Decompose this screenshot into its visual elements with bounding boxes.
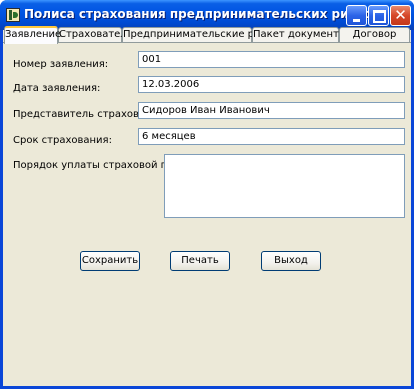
- application-number-label: Номер заявления:: [13, 59, 109, 70]
- print-button[interactable]: Печать: [170, 251, 230, 271]
- tab-application[interactable]: Заявление: [4, 26, 61, 44]
- maximize-icon: [373, 10, 386, 23]
- application-window: Полиса страхования предпринимательских р…: [0, 0, 414, 389]
- maximize-button[interactable]: [368, 5, 389, 26]
- insurance-term-label: Срок страхования:: [13, 135, 112, 146]
- application-date-field[interactable]: 12.03.2006: [138, 76, 405, 93]
- tab-panel-application: Номер заявления: 001 Дата заявления: 12.…: [3, 42, 411, 383]
- title-bar[interactable]: Полиса страхования предпринимательских р…: [0, 0, 414, 30]
- close-icon: ✕: [394, 6, 407, 24]
- tab-contract[interactable]: Договор: [339, 27, 410, 42]
- minimize-icon: [353, 19, 360, 22]
- application-date-label: Дата заявления:: [13, 83, 101, 94]
- tab-policyholder[interactable]: Страхователь: [58, 27, 133, 42]
- minimize-button[interactable]: [346, 5, 367, 26]
- tab-business-risks[interactable]: Предпринимательские риски: [122, 27, 279, 42]
- tab-strip: Заявление Страхователь Предпринимательск…: [3, 26, 411, 44]
- premium-payment-order-field[interactable]: [164, 154, 405, 218]
- insurance-term-field[interactable]: 6 месяцев: [138, 128, 405, 145]
- exit-button[interactable]: Выход: [261, 251, 321, 271]
- window-title: Полиса страхования предпринимательских р…: [24, 7, 380, 21]
- save-button[interactable]: Сохранить: [80, 251, 140, 271]
- close-button[interactable]: ✕: [390, 5, 411, 26]
- tab-document-package[interactable]: Пакет документов: [252, 27, 351, 42]
- insurer-representative-field[interactable]: Сидоров Иван Иванович: [138, 102, 405, 119]
- app-icon[interactable]: [6, 8, 20, 22]
- application-number-field[interactable]: 001: [138, 51, 405, 68]
